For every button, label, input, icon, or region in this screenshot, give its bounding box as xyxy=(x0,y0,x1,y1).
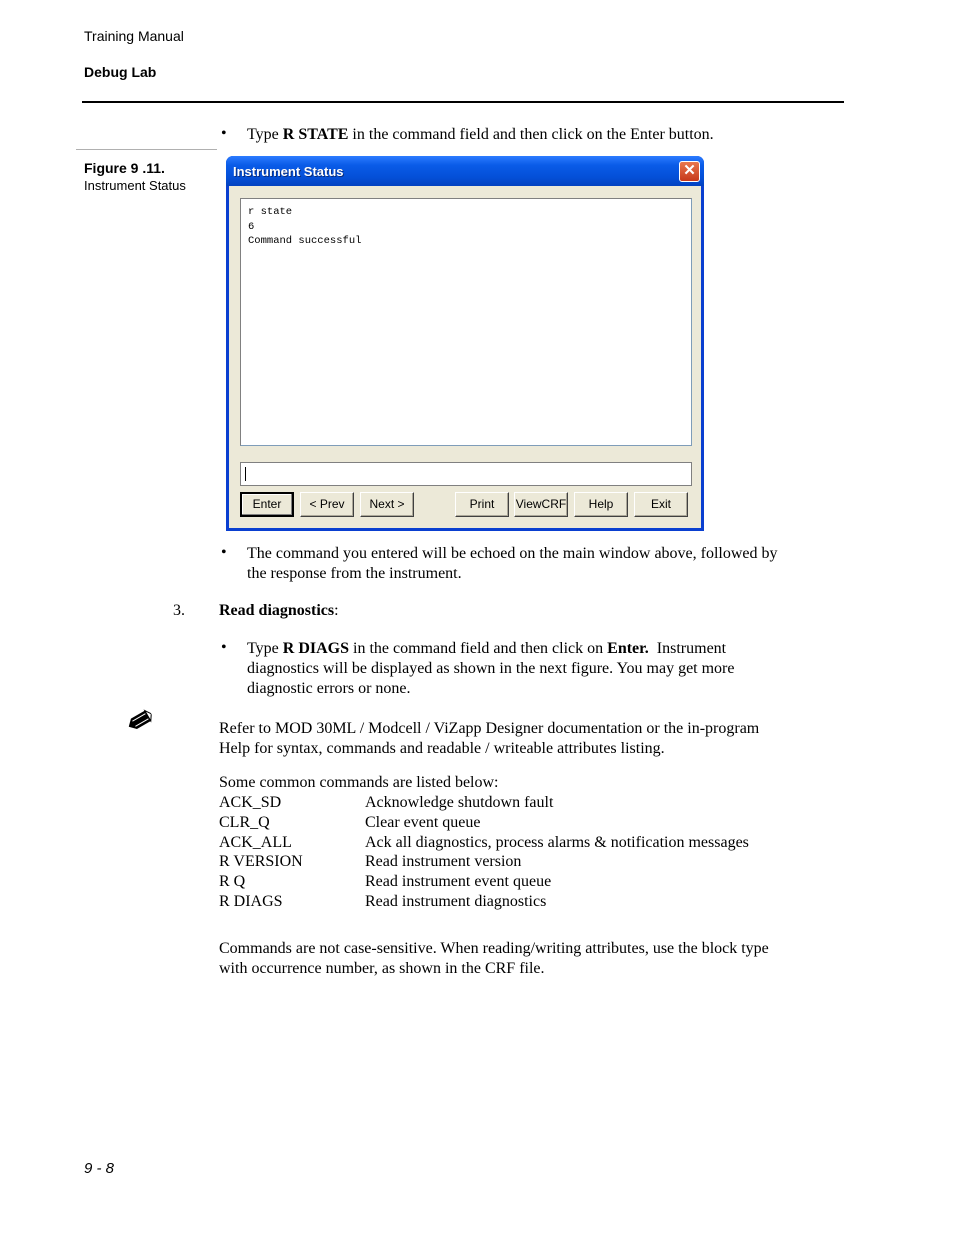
bullet-icon: • xyxy=(221,544,227,561)
command-row: CLR_Q Clear event queue xyxy=(219,813,749,833)
step-title: Read diagnostics: xyxy=(219,601,339,621)
command-name: ACK_SD xyxy=(219,794,282,811)
section-title: Debug Lab xyxy=(84,64,157,80)
print-button[interactable]: Print xyxy=(455,492,509,517)
output-line: r state xyxy=(248,206,293,218)
command-name: R Q xyxy=(219,873,246,891)
command-row: R DIAGS Read instrument diagnostics xyxy=(219,892,749,912)
text-caret xyxy=(245,467,246,481)
command-rdiags: R DIAGS xyxy=(282,640,349,657)
text: diagnostic errors or none. xyxy=(247,680,411,697)
text: in the command field and then click on xyxy=(349,640,608,657)
commands-intro: Some common commands are listed below: xyxy=(219,774,499,791)
close-icon: ✕ xyxy=(683,162,696,179)
exit-button[interactable]: Exit xyxy=(634,492,688,517)
command-row: ACK_SD Acknowledge shutdown fault xyxy=(219,793,749,813)
instruction-rstate: Type R STATE in the command field and th… xyxy=(247,125,714,145)
command-desc: Acknowledge shutdown fault xyxy=(365,794,554,811)
text: Refer to MOD 30ML / Modcell / ViZapp Des… xyxy=(219,720,760,737)
command-desc: Read instrument event queue xyxy=(365,873,552,891)
command-rstate: R STATE xyxy=(282,126,349,143)
window-title: Instrument Status xyxy=(233,164,344,179)
output-line: 6 xyxy=(248,220,255,233)
command-row: R Q Read instrument event queue xyxy=(219,872,749,892)
text: in the command field and then click on t… xyxy=(348,126,714,143)
text: diagnostics will be displayed as shown i… xyxy=(247,660,735,677)
command-name: ACK_ALL xyxy=(219,833,292,851)
bullet-icon: • xyxy=(221,125,227,142)
command-row: R VERSION Read instrument version xyxy=(219,852,749,872)
instrument-status-window: Instrument Status ✕ r state 6 Command su… xyxy=(226,156,704,531)
enter-label: Enter. xyxy=(607,640,649,657)
window-body: r state 6 Command successful Enter < Pre… xyxy=(229,186,701,528)
header-divider xyxy=(82,101,844,103)
command-desc: Read instrument diagnostics xyxy=(365,892,547,910)
close-button[interactable]: ✕ xyxy=(679,161,700,182)
manual-title: Training Manual xyxy=(84,28,184,44)
pencil-icon xyxy=(123,704,159,740)
figure-caption: Instrument Status xyxy=(84,178,186,193)
prev-button[interactable]: < Prev xyxy=(300,492,354,517)
text: Commands are not case-sensitive. When re… xyxy=(219,940,769,957)
output-line: Command successful xyxy=(248,235,362,247)
note-text: Refer to MOD 30ML / Modcell / ViZapp Des… xyxy=(219,719,759,759)
text: Type xyxy=(247,126,283,143)
next-button[interactable]: Next > xyxy=(360,492,414,517)
command-input[interactable] xyxy=(240,462,692,486)
instruction-rdiags: Type R DIAGS in the command field and th… xyxy=(247,639,734,699)
command-name: R DIAGS xyxy=(219,892,283,910)
text: : xyxy=(334,602,339,619)
command-name: CLR_Q xyxy=(219,813,270,831)
closing-note: Commands are not case-sensitive. When re… xyxy=(219,939,769,979)
text: with occurrence number, as shown in the … xyxy=(219,960,545,977)
text: Instrument xyxy=(648,640,727,657)
text: Help for syntax, commands and readable /… xyxy=(219,740,665,757)
figure-divider xyxy=(76,149,217,150)
instruction-echo: The command you entered will be echoed o… xyxy=(247,544,778,584)
text: The command you entered will be echoed o… xyxy=(247,545,778,562)
command-desc: Clear event queue xyxy=(365,813,481,831)
command-name: R VERSION xyxy=(219,853,303,871)
commands-table: ACK_SD Acknowledge shutdown fault CLR_Q Cl… xyxy=(219,793,749,912)
text: Type xyxy=(247,640,283,657)
figure-number: Figure 9 .11. xyxy=(84,160,165,176)
command-row: ACK_ALL Ack all diagnostics, process alar… xyxy=(219,833,749,853)
command-desc: Ack all diagnostics, process alarms & no… xyxy=(365,833,749,851)
page-number: 9 - 8 xyxy=(84,1160,115,1177)
command-desc: Read instrument version xyxy=(365,853,522,871)
step-title-text: Read diagnostics xyxy=(219,602,335,619)
window-titlebar[interactable]: Instrument Status ✕ xyxy=(226,156,704,186)
enter-button[interactable]: Enter xyxy=(240,492,294,517)
text: the response from the instrument. xyxy=(247,565,462,582)
step-number: 3. xyxy=(173,602,185,619)
help-button[interactable]: Help xyxy=(574,492,628,517)
viewcrf-button[interactable]: ViewCRF xyxy=(514,492,568,517)
bullet-icon: • xyxy=(221,639,227,656)
output-textarea[interactable]: r state 6 Command successful xyxy=(240,198,692,446)
